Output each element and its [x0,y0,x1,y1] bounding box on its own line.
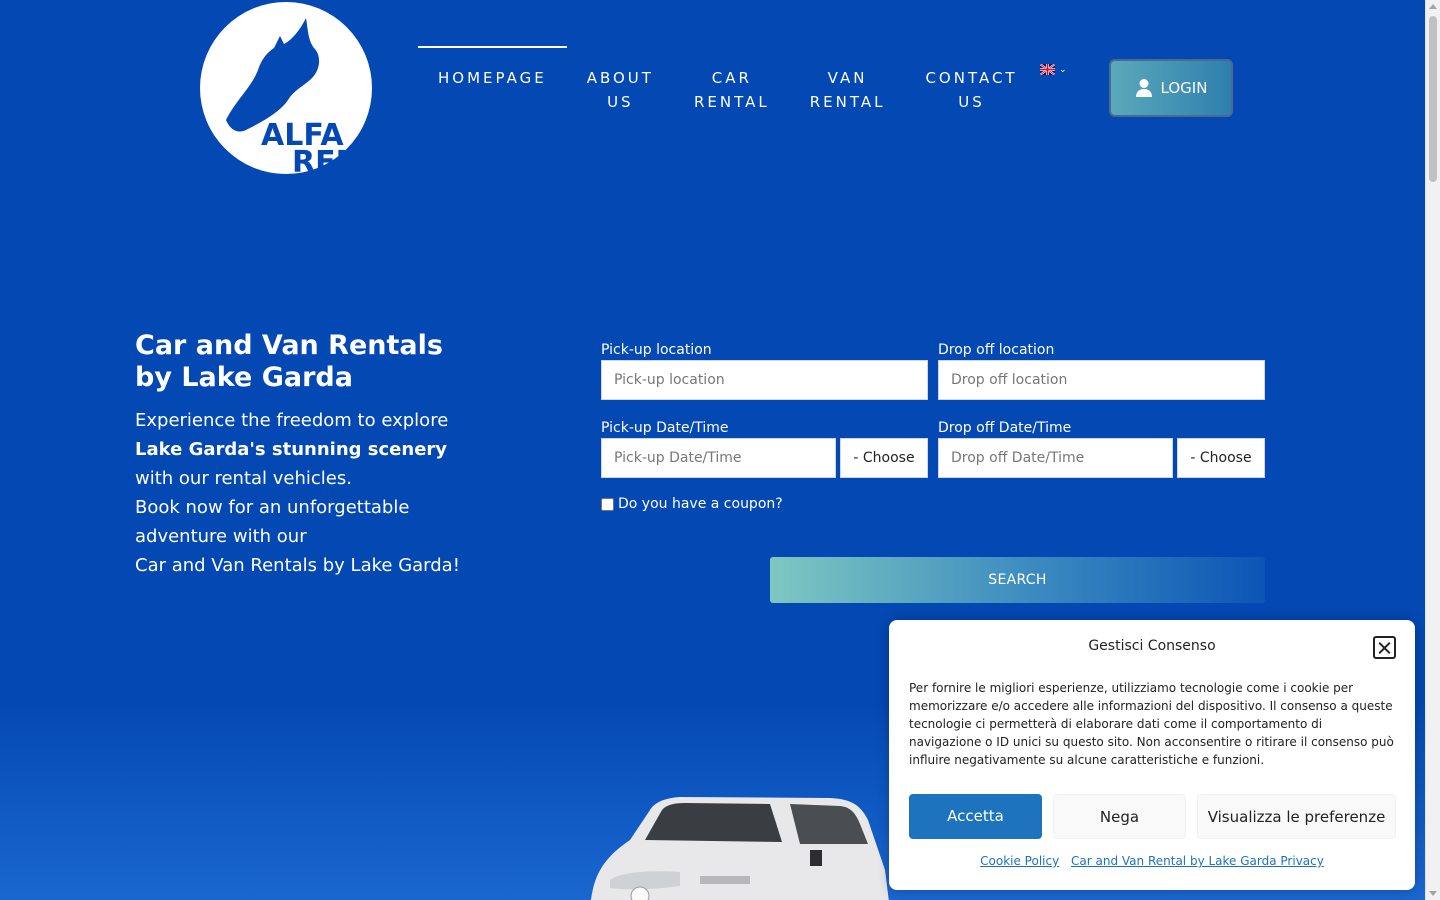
nav-about-us[interactable]: ABOUT US [567,46,674,114]
dropoff-datetime-label: Drop off Date/Time [938,420,1072,436]
nav-van-rental-line2: RENTAL [809,93,886,111]
nav-car-rental-line2: RENTAL [693,93,770,111]
hero-body-line3: Book now for an unforgettable adventure … [135,497,410,547]
chevron-down-icon: ⌄ [1059,64,1067,75]
cookie-text: Per fornire le migliori esperienze, util… [909,681,1394,767]
close-icon[interactable] [1373,636,1396,659]
pickup-location-label: Pick-up location [601,342,712,358]
cookie-title: Gestisci Consenso [1088,638,1216,654]
nav-car-rental[interactable]: CAR RENTAL [674,46,790,114]
search-button[interactable]: SEARCH [770,557,1265,603]
pickup-location-input[interactable]: Pick-up location [601,360,928,400]
logo-text-rent: RENT [292,145,382,180]
pickup-time-select[interactable]: - Choose [840,438,928,478]
privacy-link[interactable]: Car and Van Rental by Lake Garda Privacy [1071,854,1324,868]
cookie-consent-dialog: Gestisci Consenso Per fornire le miglior… [889,620,1415,890]
pickup-datetime-label: Pick-up Date/Time [601,420,729,436]
cookie-buttons: Accetta Nega Visualizza le preferenze [909,794,1396,839]
scrollbar-thumb[interactable] [1429,16,1437,182]
main-nav: HOMEPAGE ABOUT US CAR RENTAL VAN RENTAL … [418,46,1038,114]
car-image [590,797,889,900]
nav-van-rental[interactable]: VAN RENTAL [790,46,906,114]
hero-section: Car and Van Rentals by Lake Garda Experi… [135,330,475,580]
nav-contact-us-line1: CONTACT [925,69,1018,87]
dropoff-location-input[interactable]: Drop off location [938,360,1265,400]
nav-about-us-line1: ABOUT [586,69,654,87]
coupon-option: Do you have a coupon? [601,496,1265,512]
accept-button[interactable]: Accetta [909,794,1042,839]
pickup-datetime-input[interactable]: Pick-up Date/Time [601,438,836,478]
hero-body: Experience the freedom to explore Lake G… [135,406,475,580]
nav-car-rental-line1: CAR [711,69,752,87]
preferences-button[interactable]: Visualizza le preferenze [1197,794,1396,839]
nav-contact-us[interactable]: CONTACT US [905,46,1037,114]
scroll-up-icon[interactable] [1429,4,1437,9]
hero-body-bold: Lake Garda's stunning scenery [135,439,448,460]
nav-van-rental-line1: VAN [827,69,868,87]
dropoff-datetime-input[interactable]: Drop off Date/Time [938,438,1173,478]
hero-title: Car and Van Rentals by Lake Garda [135,330,443,393]
dropoff-time-select[interactable]: - Choose [1177,438,1265,478]
scroll-down-icon[interactable] [1429,891,1437,896]
deny-button[interactable]: Nega [1053,794,1186,839]
hero-body-line1: Experience the freedom to explore [135,410,449,431]
coupon-checkbox[interactable] [601,497,614,511]
cookie-links: Cookie Policy Car and Van Rental by Lake… [889,854,1415,868]
page: ALFA RENT HOMEPAGE ABOUT US CAR RENTAL V… [0,0,1425,900]
vertical-scrollbar[interactable] [1425,0,1440,900]
login-button[interactable]: LOGIN [1109,59,1233,117]
nav-homepage[interactable]: HOMEPAGE [418,46,567,114]
uk-flag-icon [1040,64,1055,75]
nav-about-us-line2: US [607,93,634,111]
coupon-label[interactable]: Do you have a coupon? [618,496,783,512]
nav-homepage-label: HOMEPAGE [438,69,547,87]
alfa-rent-logo[interactable]: ALFA RENT [196,0,396,180]
language-switcher[interactable]: ⌄ [1040,64,1067,75]
hero-body-line4: Car and Van Rentals by Lake Garda! [135,555,460,576]
user-icon [1135,79,1152,97]
booking-form: Pick-up location Pick-up location Drop o… [601,340,1265,512]
hero-body-line2: with our rental vehicles. [135,468,352,489]
login-label: LOGIN [1160,79,1208,97]
cookie-policy-link[interactable]: Cookie Policy [980,854,1059,868]
nav-contact-us-line2: US [958,93,985,111]
dropoff-location-label: Drop off location [938,342,1055,358]
